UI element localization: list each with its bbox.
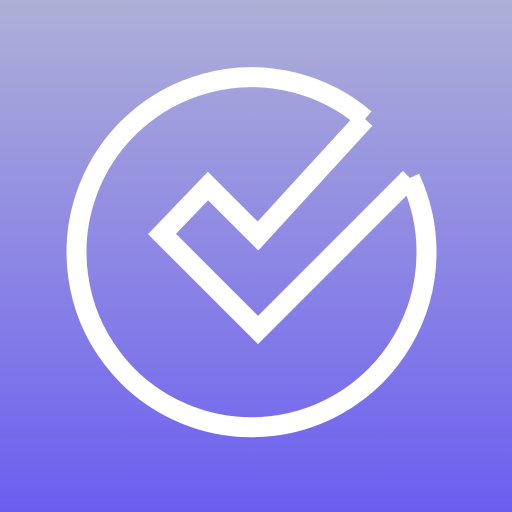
app-icon [0,0,512,512]
check-circle-icon [0,0,512,512]
